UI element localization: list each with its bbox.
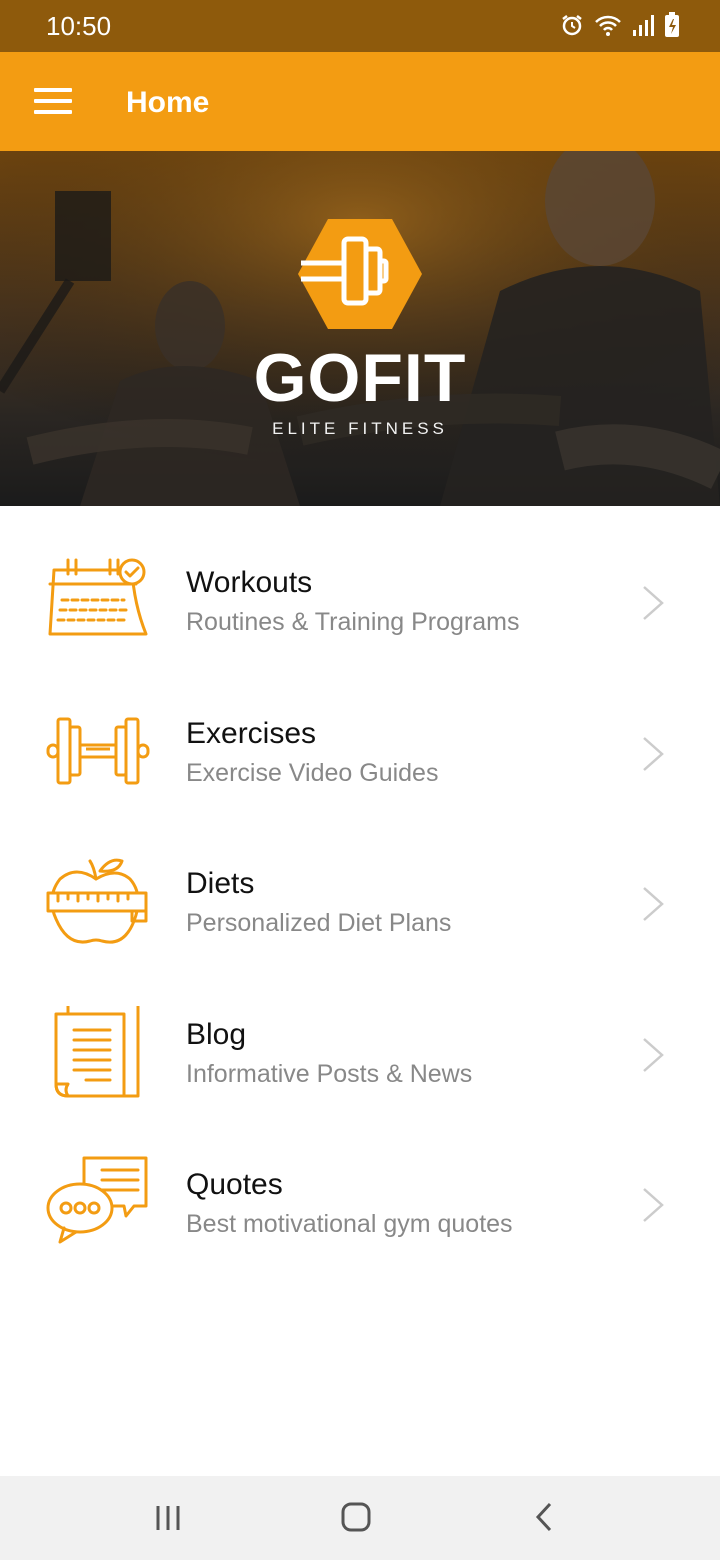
menu-item-quotes[interactable]: Quotes Best motivational gym quotes — [0, 1108, 720, 1259]
signal-icon — [632, 13, 654, 42]
menu-item-blog[interactable]: Blog Informative Posts & News — [0, 958, 720, 1109]
chevron-right-icon — [643, 1037, 664, 1072]
brand-name: GOFIT — [253, 340, 467, 416]
chevron-right-icon — [643, 887, 664, 921]
status-bar: 10:50 — [0, 0, 720, 52]
menu-item-title: Exercises — [186, 716, 317, 750]
system-nav-bar — [0, 1476, 720, 1560]
apple-tape-measure-icon — [46, 858, 148, 944]
menu-item-diets[interactable]: Diets Personalized Diet Plans — [0, 807, 720, 958]
menu-item-subtitle: Informative Posts & News — [186, 1059, 473, 1088]
hamburger-menu-icon[interactable] — [34, 88, 72, 116]
chevron-right-icon — [643, 736, 664, 771]
menu-item-title: Workouts — [186, 566, 313, 599]
menu-item-title: Diets — [186, 867, 255, 900]
menu-item-subtitle: Best motivational gym quotes — [186, 1210, 513, 1238]
chevron-right-icon — [643, 1188, 664, 1222]
back-icon[interactable] — [522, 1498, 566, 1538]
document-pages-icon — [54, 1005, 140, 1097]
home-menu-list: Workouts Routines & Training Programs Ex… — [0, 506, 720, 1259]
status-icons — [560, 12, 680, 43]
brand-tagline: ELITE FITNESS — [272, 419, 448, 438]
alarm-icon — [560, 13, 584, 42]
menu-item-workouts[interactable]: Workouts Routines & Training Programs — [0, 506, 720, 657]
menu-item-exercises[interactable]: Exercises Exercise Video Guides — [0, 657, 720, 808]
wifi-icon — [594, 13, 622, 42]
page-title: Home — [126, 86, 210, 119]
menu-item-subtitle: Personalized Diet Plans — [186, 909, 452, 937]
calendar-check-icon — [48, 558, 148, 636]
menu-item-subtitle: Exercise Video Guides — [186, 758, 439, 787]
status-time: 10:50 — [46, 11, 112, 41]
recent-apps-icon[interactable] — [146, 1498, 190, 1538]
hero-banner: GOFIT ELITE FITNESS — [0, 151, 720, 506]
menu-item-title: Quotes — [186, 1168, 283, 1201]
chevron-right-icon — [643, 586, 664, 620]
menu-item-subtitle: Routines & Training Programs — [186, 608, 520, 636]
dumbbell-icon — [46, 717, 150, 784]
dumbbell-hexagon-logo — [298, 219, 422, 329]
home-icon[interactable] — [334, 1498, 378, 1538]
battery-charging-icon — [664, 12, 680, 43]
app-bar: Home — [0, 52, 720, 151]
menu-item-title: Blog — [186, 1017, 247, 1051]
chat-bubbles-icon — [46, 1156, 148, 1244]
